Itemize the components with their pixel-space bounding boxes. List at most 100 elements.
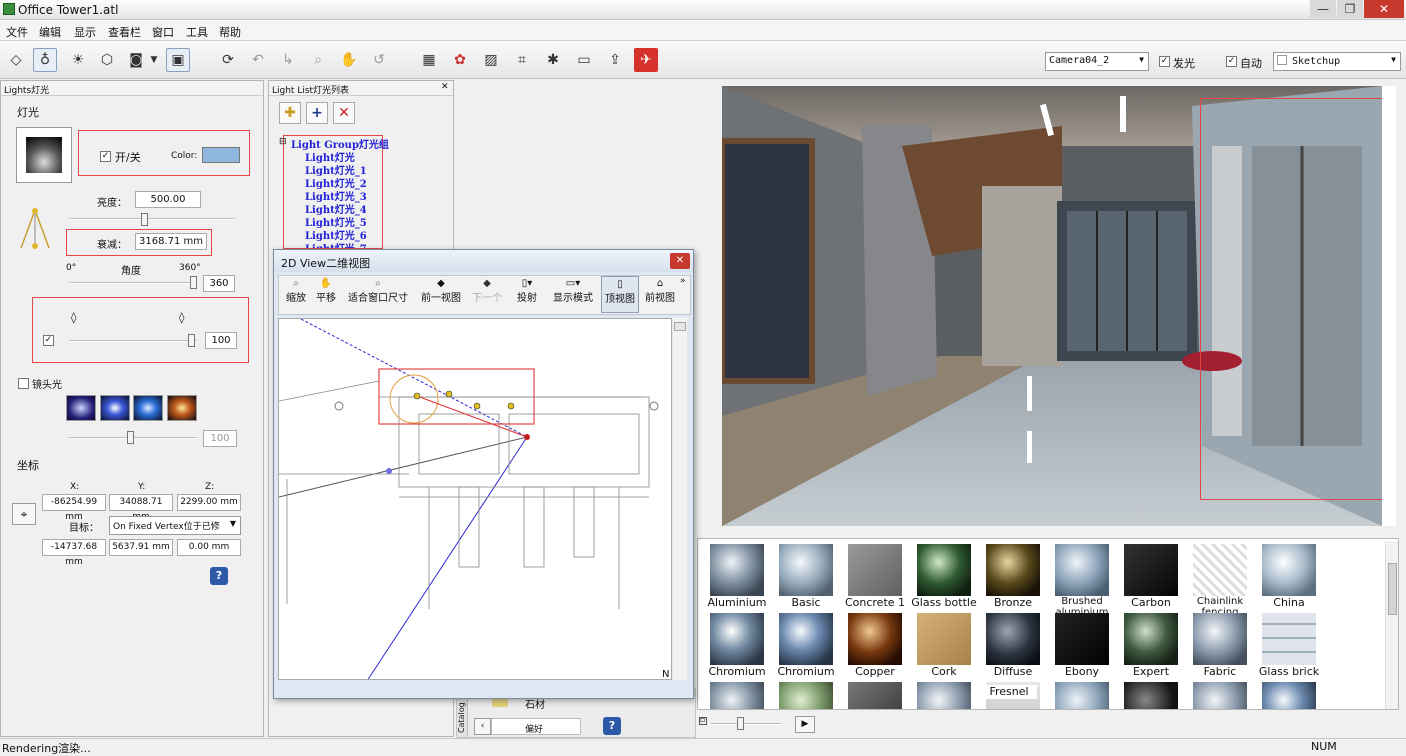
menu-viewbar[interactable]: 查看栏: [108, 24, 141, 40]
material-expert[interactable]: Expert: [1117, 613, 1185, 681]
fit-window-tool[interactable]: ⌕ 适合窗口尺寸: [343, 278, 413, 304]
material-carbon[interactable]: Carbon: [1117, 544, 1185, 612]
material-fabric[interactable]: Fabric: [1186, 613, 1254, 681]
menu-display[interactable]: 显示: [74, 24, 96, 40]
next-view-tool[interactable]: ◆ 下一个: [469, 278, 505, 304]
maximize-button[interactable]: ❐: [1337, 0, 1363, 18]
flare-preset-1[interactable]: [66, 395, 96, 421]
projection-tool[interactable]: ▯▾ 投射: [511, 278, 543, 304]
zoom-tool[interactable]: ⌕ 缩放: [283, 278, 309, 304]
material-scrollbar[interactable]: [1385, 541, 1398, 709]
target-y-input[interactable]: 5637.91 mm: [109, 539, 173, 556]
lensflare-slider-thumb[interactable]: [127, 431, 134, 444]
close-button[interactable]: ✕: [1364, 0, 1404, 18]
material-row3-6[interactable]: [1048, 682, 1116, 709]
angle-slider-thumb[interactable]: [190, 276, 197, 289]
menu-tools[interactable]: 工具: [186, 24, 208, 40]
screen-icon[interactable]: ▭: [572, 48, 596, 72]
material-ebony[interactable]: Ebony: [1048, 613, 1116, 681]
color-swatch[interactable]: [202, 147, 240, 163]
softness-checkbox[interactable]: ✓: [43, 335, 54, 346]
thumb-size-slider-thumb[interactable]: [737, 717, 744, 730]
collapse-icon[interactable]: ⊟: [279, 137, 287, 147]
zoom-icon[interactable]: ⌕: [306, 48, 330, 72]
material-row3-4[interactable]: [910, 682, 978, 709]
brightness-input[interactable]: 500.00: [135, 191, 201, 208]
select-tool-icon[interactable]: ◇: [4, 48, 28, 72]
lensflare-input[interactable]: 100: [203, 430, 237, 447]
material-scrollbar-thumb[interactable]: [1388, 563, 1397, 615]
thumb-size-slider[interactable]: [711, 723, 781, 725]
glow-checkbox[interactable]: ✓: [1159, 56, 1170, 67]
angle-input[interactable]: 360: [203, 275, 235, 292]
view2d-canvas[interactable]: N: [278, 318, 672, 680]
target-select[interactable]: On Fixed Vertex位于已修 ▼: [109, 516, 241, 535]
softness-slider[interactable]: [69, 340, 197, 342]
material-glass-brick[interactable]: Glass brick: [1255, 613, 1323, 681]
material-row3-1[interactable]: [703, 682, 771, 709]
render-viewport[interactable]: [722, 86, 1382, 526]
close-icon[interactable]: ✕: [670, 253, 690, 269]
angle-slider[interactable]: [69, 282, 197, 284]
onoff-checkbox[interactable]: ✓: [100, 151, 111, 162]
light-preview[interactable]: [16, 127, 72, 183]
refresh-icon[interactable]: ↺: [367, 48, 391, 72]
softness-input[interactable]: 100: [205, 332, 237, 349]
scroll-left-icon[interactable]: ‹: [474, 718, 491, 735]
brightness-slider-thumb[interactable]: [141, 213, 148, 226]
brand-icon[interactable]: ✈: [634, 48, 658, 72]
object-icon[interactable]: ⬡: [95, 48, 119, 72]
camera-select[interactable]: Camera04_2 ▼: [1045, 52, 1149, 71]
pan-tool[interactable]: ✋ 平移: [313, 278, 339, 304]
prev-view-tool[interactable]: ◆ 前一视图: [417, 278, 465, 304]
material-chromium[interactable]: Chromium: [772, 613, 840, 681]
material-copper[interactable]: Copper: [841, 613, 909, 681]
settings-icon[interactable]: ✱: [541, 48, 565, 72]
help-icon[interactable]: ?: [210, 567, 228, 585]
minimize-button[interactable]: —: [1310, 0, 1336, 18]
menu-window[interactable]: 窗口: [152, 24, 174, 40]
material-bronze[interactable]: Bronze: [979, 544, 1047, 612]
target-x-input[interactable]: -14737.68 mm: [42, 539, 106, 567]
pin-icon[interactable]: ⌖: [12, 503, 36, 525]
add-light-icon[interactable]: +: [306, 102, 328, 124]
material-diffuse[interactable]: Diffuse: [979, 613, 1047, 681]
flare-preset-3[interactable]: [133, 395, 163, 421]
lensflare-checkbox[interactable]: [18, 378, 29, 389]
camera-icon[interactable]: ◙: [124, 48, 148, 72]
undo-icon[interactable]: ↶: [246, 48, 270, 72]
menu-help[interactable]: 帮助: [219, 24, 241, 40]
more-icon[interactable]: »: [680, 276, 686, 286]
material-row3-8[interactable]: [1186, 682, 1254, 709]
material-aluminium[interactable]: Aluminium: [703, 544, 771, 612]
crop-icon[interactable]: ⌗: [510, 48, 534, 72]
style-select[interactable]: Sketchup ▼: [1273, 52, 1401, 71]
delete-light-icon[interactable]: ✕: [333, 102, 355, 124]
material-row3-9[interactable]: [1255, 682, 1323, 709]
menu-edit[interactable]: 编辑: [39, 24, 61, 40]
palette-icon[interactable]: ✿: [448, 48, 472, 72]
material-row3-3[interactable]: [841, 682, 909, 709]
material-row3-7[interactable]: [1117, 682, 1185, 709]
display-mode-tool[interactable]: ▭▾ 显示模式: [549, 278, 597, 304]
material-chromium[interactable]: Chromium: [703, 613, 771, 681]
material-row3-2[interactable]: [772, 682, 840, 709]
orbit-icon[interactable]: ⟳: [216, 48, 240, 72]
material-china[interactable]: China: [1255, 544, 1323, 612]
front-view-tool[interactable]: ⌂ 前视图: [643, 278, 677, 304]
flare-preset-4[interactable]: [167, 395, 197, 421]
view2d-scrollbar-thumb[interactable]: [674, 322, 686, 331]
softness-slider-thumb[interactable]: [188, 334, 195, 347]
brightness-slider[interactable]: [69, 218, 235, 220]
play-icon[interactable]: ▶: [795, 716, 815, 733]
camera-dropdown-icon[interactable]: ▼: [147, 48, 161, 72]
add-group-icon[interactable]: ✚: [279, 102, 301, 124]
image-icon[interactable]: ▨: [479, 48, 503, 72]
material-basic[interactable]: Basic: [772, 544, 840, 612]
view2d-scrollbar[interactable]: [673, 318, 687, 680]
target-z-input[interactable]: 0.00 mm: [177, 539, 241, 556]
light-tool-icon[interactable]: ♁: [33, 48, 57, 72]
render-window-icon[interactable]: ▦: [417, 48, 441, 72]
light-item[interactable]: Light灯光_7: [305, 240, 367, 248]
attenuation-input[interactable]: 3168.71 mm: [135, 233, 207, 250]
